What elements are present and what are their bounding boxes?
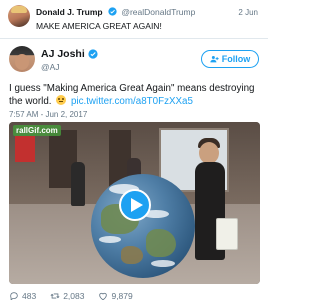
tweet-text: I guess "Making America Great Again" mea…: [9, 82, 261, 108]
media-watermark: rallGif.com: [13, 125, 61, 136]
author-handle[interactable]: @AJ: [41, 62, 60, 72]
author-name[interactable]: AJ Joshi: [41, 48, 85, 60]
grinning-face-icon: [56, 95, 67, 105]
follow-button[interactable]: Follow: [201, 50, 259, 68]
quoted-tweet-header: Donald J. Trump @realDonaldTrump: [36, 7, 195, 17]
reply-icon: [10, 292, 18, 300]
verified-badge-icon: [88, 49, 98, 59]
author-avatar[interactable]: [9, 46, 35, 72]
like-count: 9,879: [111, 291, 133, 300]
add-person-icon: [210, 56, 219, 63]
follow-label: Follow: [221, 54, 251, 64]
verified-badge-icon: [108, 7, 117, 16]
retweet-count: 2,083: [63, 291, 85, 300]
retweet-icon: [50, 293, 60, 299]
quoted-tweet[interactable]: Donald J. Trump @realDonaldTrump 2 Jun M…: [0, 0, 268, 38]
tweet: AJ Joshi @AJ Follow I guess "Making Amer…: [0, 39, 268, 300]
quoted-tweet-text: MAKE AMERICA GREAT AGAIN!: [36, 21, 162, 31]
media-link[interactable]: pic.twitter.com/a8T0FzXXa5: [71, 96, 193, 107]
quoted-author-avatar[interactable]: [8, 5, 30, 27]
quoted-author-name[interactable]: Donald J. Trump: [36, 7, 103, 17]
tweet-video[interactable]: rallGif.com: [9, 122, 260, 284]
quoted-tweet-date[interactable]: 2 Jun: [238, 8, 258, 17]
quoted-author-handle[interactable]: @realDonaldTrump: [121, 7, 195, 17]
tweet-timestamp[interactable]: 7:57 AM - Jun 2, 2017: [9, 110, 87, 119]
tweet-text-world: world.: [25, 96, 52, 107]
retweet-action[interactable]: 2,083: [50, 291, 84, 300]
play-button[interactable]: [119, 189, 151, 221]
reply-action[interactable]: 483: [9, 291, 36, 300]
author-name-row: AJ Joshi: [41, 48, 98, 60]
tweet-actions: 483 2,083 9,879: [9, 290, 259, 300]
inflatable-globe: [91, 174, 195, 278]
like-action[interactable]: 9,879: [98, 291, 133, 300]
reply-count: 483: [22, 291, 37, 300]
heart-icon: [99, 292, 108, 300]
play-icon: [130, 198, 143, 212]
